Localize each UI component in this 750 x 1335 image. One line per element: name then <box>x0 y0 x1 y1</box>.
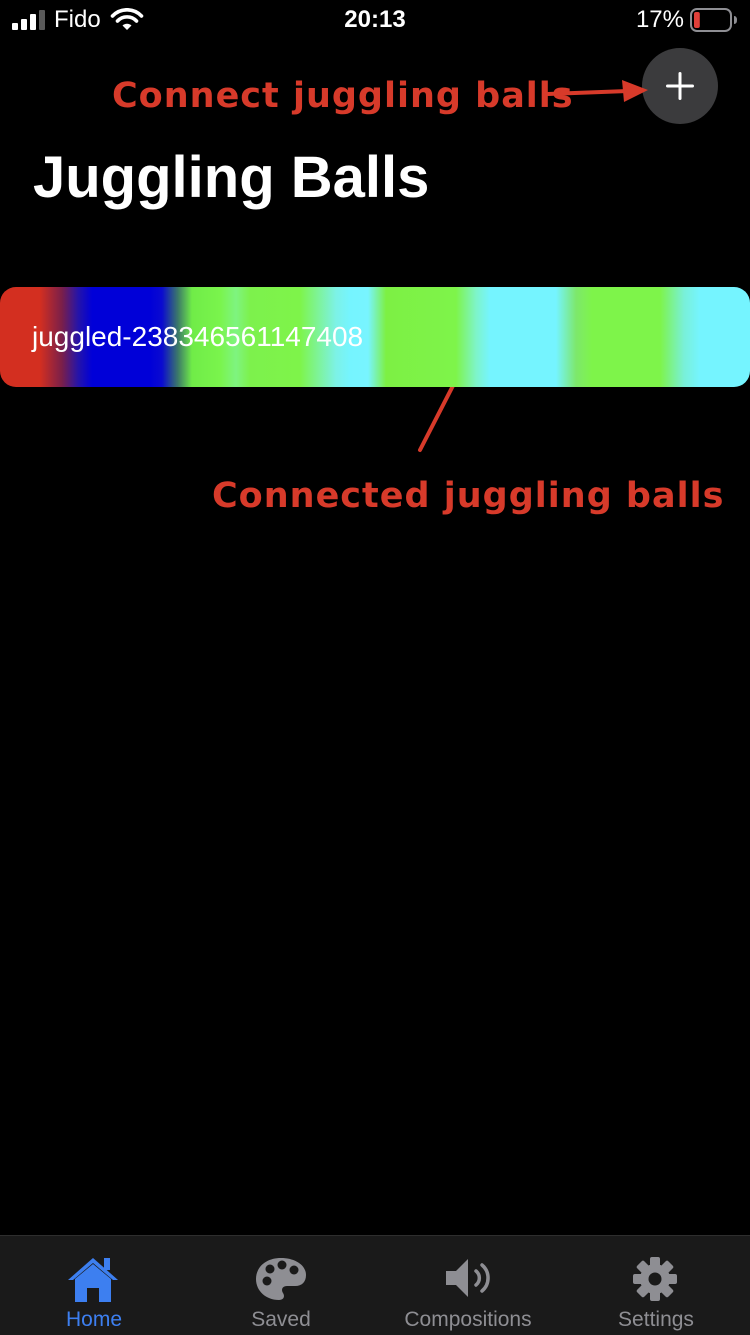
tab-label: Settings <box>618 1308 694 1331</box>
battery-low-icon <box>690 8 737 32</box>
tab-label: Compositions <box>404 1308 532 1331</box>
gear-icon <box>633 1257 677 1301</box>
plus-icon <box>666 72 694 100</box>
home-icon <box>68 1258 118 1302</box>
tab-label: Saved <box>251 1308 311 1331</box>
tab-label: Home <box>65 1308 123 1331</box>
device-row[interactable]: juggled-238346561147408 <box>0 287 750 387</box>
page-title: Juggling Balls <box>33 145 430 210</box>
device-label: juggled-238346561147408 <box>32 321 364 352</box>
annotation-connected: Connected juggling balls <box>212 476 725 516</box>
battery-percent: 17% <box>635 6 684 33</box>
tab-bar: Home Saved Compositions Settings <box>0 1235 750 1335</box>
palette-icon <box>256 1258 306 1300</box>
tab-saved[interactable]: Saved <box>188 1236 374 1335</box>
speaker-icon <box>446 1259 490 1297</box>
add-device-button[interactable] <box>642 48 718 124</box>
tab-settings[interactable]: Settings <box>562 1236 750 1335</box>
tab-compositions[interactable]: Compositions <box>374 1236 562 1335</box>
tab-home[interactable]: Home <box>0 1236 188 1335</box>
status-bar: Fido 20:13 17% <box>0 0 750 40</box>
annotation-connect: Connect juggling balls <box>112 76 574 116</box>
